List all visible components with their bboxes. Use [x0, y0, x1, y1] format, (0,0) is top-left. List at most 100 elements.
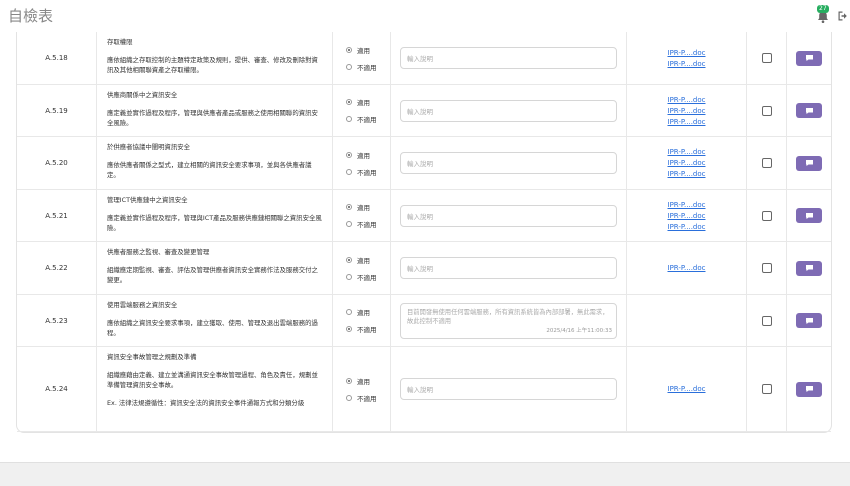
- radio-circle[interactable]: [346, 221, 352, 227]
- document-link[interactable]: IPR-P....doc: [668, 95, 706, 105]
- radio-label: 不適用: [357, 116, 377, 124]
- document-link[interactable]: IPR-P....doc: [668, 384, 706, 394]
- radio-circle[interactable]: [346, 99, 352, 105]
- radio-label: 不適用: [357, 394, 377, 403]
- document-link[interactable]: IPR-P....doc: [668, 263, 706, 273]
- radio-circle[interactable]: [346, 204, 352, 210]
- radio-applicable[interactable]: 適用: [346, 97, 390, 107]
- review-checkbox[interactable]: [761, 158, 772, 168]
- comment-icon: [805, 107, 814, 115]
- review-checkbox[interactable]: [761, 105, 772, 116]
- review-checkbox-cell: [747, 32, 787, 84]
- checklist-table: A.5.18 存取權限 應依組織之存取控制的主題特定政策及規則，提供、審查、修改…: [16, 32, 832, 433]
- radio-label: 不適用: [357, 63, 377, 72]
- radio-not-applicable[interactable]: 不適用: [346, 167, 390, 177]
- radio-not-applicable[interactable]: 不適用: [346, 393, 390, 403]
- applicability-radio-group: 適用 不適用: [333, 295, 391, 346]
- explanation-input[interactable]: 輸入說明: [400, 152, 617, 174]
- comment-button[interactable]: [796, 208, 822, 223]
- explanation-input[interactable]: 輸入說明: [400, 99, 617, 122]
- radio-not-applicable[interactable]: 不適用: [346, 272, 390, 282]
- document-link[interactable]: IPR-P....doc: [668, 211, 706, 221]
- review-checkbox[interactable]: [761, 53, 772, 63]
- control-description: 資訊安全事故管理之規劃及準備 組織應藉由定義、建立並溝通資訊安全事故管理過程、角…: [97, 347, 333, 431]
- explanation-input[interactable]: 輸入說明: [400, 47, 617, 69]
- explanation-textarea[interactable]: 目前開發無使用任何雲端服務，所有資訊系統皆為內部部署，無此需求，故此控制不適用 2…: [400, 302, 617, 339]
- radio-circle[interactable]: [346, 168, 352, 175]
- explanation-input[interactable]: 輸入說明: [400, 378, 617, 400]
- applicability-radio-group: 適用 不適用: [333, 347, 391, 431]
- radio-circle[interactable]: [346, 326, 352, 332]
- radio-circle[interactable]: [346, 273, 352, 280]
- document-link[interactable]: IPR-P....doc: [668, 106, 706, 116]
- radio-label: 不適用: [357, 168, 377, 177]
- radio-applicable[interactable]: 適用: [346, 307, 390, 317]
- control-title: 管理ICT供應鏈中之資訊安全: [107, 196, 188, 204]
- comment-cell: [787, 32, 831, 84]
- radio-applicable[interactable]: 適用: [346, 376, 390, 386]
- document-link[interactable]: IPR-P....doc: [668, 169, 706, 179]
- review-checkbox[interactable]: [761, 315, 772, 326]
- radio-label: 不適用: [357, 326, 377, 334]
- comment-button[interactable]: [796, 313, 822, 328]
- saved-timestamp: 2025/4/16 上午11:00:33: [546, 327, 612, 334]
- radio-not-applicable[interactable]: 不適用: [346, 324, 390, 334]
- document-link[interactable]: IPR-P....doc: [668, 117, 706, 127]
- radio-circle[interactable]: [346, 377, 352, 384]
- explanation-text: 目前開發無使用任何雲端服務，所有資訊系統皆為內部部署，無此需求，故此控制不適用: [407, 308, 609, 325]
- logout-icon[interactable]: [837, 10, 849, 22]
- radio-applicable[interactable]: 適用: [346, 202, 390, 212]
- radio-circle[interactable]: [346, 116, 352, 122]
- review-checkbox[interactable]: [761, 263, 772, 273]
- review-checkbox-cell: [747, 137, 787, 189]
- explanation-cell: 輸入說明: [391, 190, 627, 241]
- explanation-cell: 輸入說明: [391, 85, 627, 136]
- review-checkbox-cell: [747, 85, 787, 136]
- radio-circle[interactable]: [346, 63, 352, 70]
- document-link[interactable]: IPR-P....doc: [668, 158, 706, 168]
- radio-circle[interactable]: [346, 309, 352, 315]
- control-detail: 應依供應者關係之型式，建立相關的資訊安全要求事項，並與各供應者議定。: [107, 161, 312, 179]
- applicability-radio-group: 適用 不適用: [333, 32, 391, 84]
- document-link[interactable]: IPR-P....doc: [668, 59, 706, 69]
- comment-cell: [787, 190, 831, 241]
- control-title: 存取權限: [107, 38, 133, 46]
- radio-applicable[interactable]: 適用: [346, 150, 390, 160]
- comment-icon: [805, 159, 814, 167]
- applicability-radio-group: 適用 不適用: [333, 242, 391, 294]
- document-links: IPR-P....doc: [627, 347, 747, 431]
- radio-label: 不適用: [357, 221, 377, 229]
- control-id: A.5.19: [17, 85, 97, 136]
- control-title: 使用雲端服務之資訊安全: [107, 301, 178, 309]
- explanation-input[interactable]: 輸入說明: [400, 257, 617, 279]
- input-placeholder: 輸入說明: [407, 265, 433, 273]
- table-row: A.5.21 管理ICT供應鏈中之資訊安全 應定義並實作過程及程序，管理與ICT…: [17, 190, 831, 242]
- explanation-cell: 輸入說明: [391, 137, 627, 189]
- radio-applicable[interactable]: 適用: [346, 255, 390, 265]
- review-checkbox[interactable]: [761, 384, 772, 394]
- comment-button[interactable]: [796, 103, 822, 118]
- document-link[interactable]: IPR-P....doc: [668, 222, 706, 232]
- radio-not-applicable[interactable]: 不適用: [346, 219, 390, 229]
- radio-circle[interactable]: [346, 394, 352, 401]
- comment-button[interactable]: [796, 50, 822, 66]
- document-link[interactable]: IPR-P....doc: [668, 147, 706, 157]
- document-link[interactable]: IPR-P....doc: [668, 200, 706, 210]
- document-links: IPR-P....doc IPR-P....doc IPR-P....doc: [627, 190, 747, 241]
- review-checkbox[interactable]: [761, 210, 772, 221]
- radio-not-applicable[interactable]: 不適用: [346, 62, 390, 72]
- comment-button[interactable]: [796, 381, 822, 397]
- input-placeholder: 輸入說明: [407, 160, 433, 168]
- radio-label: 適用: [357, 377, 370, 386]
- radio-applicable[interactable]: 適用: [346, 45, 390, 55]
- document-link[interactable]: IPR-P....doc: [668, 48, 706, 58]
- comment-button[interactable]: [796, 260, 822, 276]
- radio-circle[interactable]: [346, 256, 352, 263]
- explanation-input[interactable]: 輸入說明: [400, 204, 617, 227]
- table-row: A.5.23 使用雲端服務之資訊安全 應依組織之資訊安全要求事項，建立獲取、使用…: [17, 295, 831, 347]
- radio-circle[interactable]: [346, 46, 352, 53]
- comment-button[interactable]: [796, 155, 822, 171]
- radio-circle[interactable]: [346, 151, 352, 158]
- radio-not-applicable[interactable]: 不適用: [346, 114, 390, 124]
- control-description: 使用雲端服務之資訊安全 應依組織之資訊安全要求事項，建立獲取、使用、管理及退出雲…: [97, 295, 333, 346]
